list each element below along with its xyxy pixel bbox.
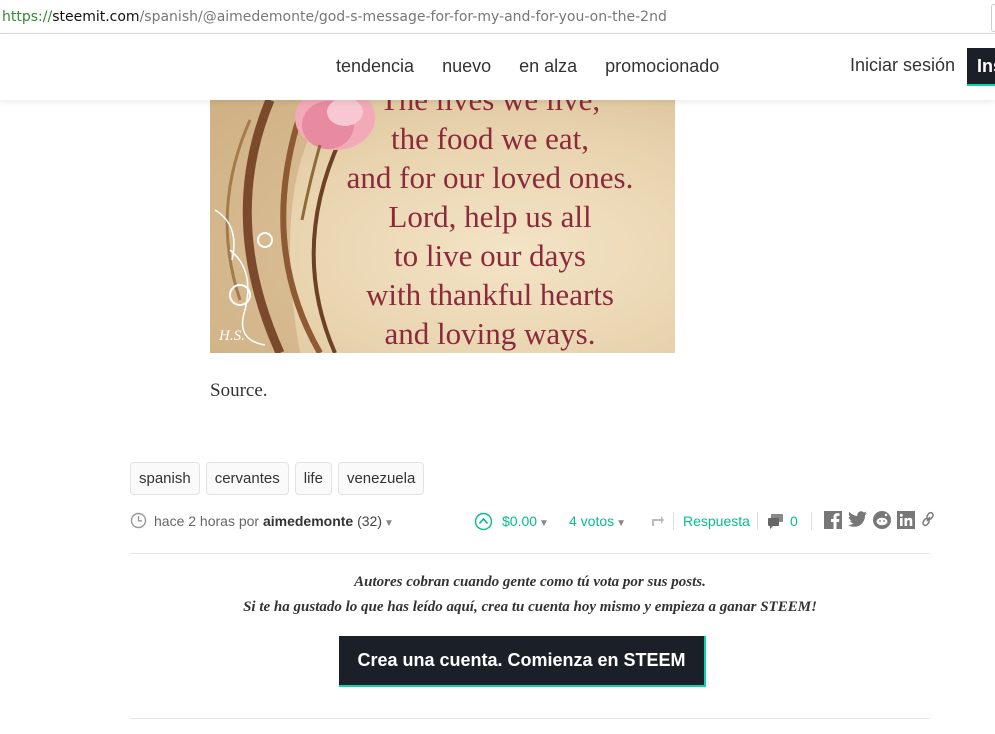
divider — [673, 512, 674, 530]
url-host: steemit.com — [52, 9, 140, 25]
author-link[interactable]: aimedemonte — [263, 513, 353, 529]
post-image: The lives we live, the food we eat, and … — [210, 100, 675, 353]
tag-life[interactable]: life — [294, 462, 332, 495]
url-text[interactable]: https://steemit.com/spanish/@aimedemonte… — [2, 9, 667, 25]
twitter-icon[interactable] — [848, 511, 867, 532]
post-time-text: hace 2 horas por — [154, 513, 260, 529]
payout-dropdown[interactable]: $0.00 ▼ — [502, 513, 549, 529]
divider — [130, 718, 930, 719]
comments-count[interactable]: 0 — [790, 513, 798, 529]
linkedin-icon[interactable] — [897, 511, 915, 532]
payout-value: $0.00 — [502, 513, 538, 529]
nav-en-alza[interactable]: en alza — [519, 56, 577, 77]
clock-icon — [130, 512, 147, 529]
divider — [130, 553, 930, 554]
tag-spanish[interactable]: spanish — [130, 462, 200, 495]
create-account-button[interactable]: Crea una cuenta. Comienza en STEEM — [339, 636, 706, 687]
quote-line: The lives we live, — [305, 100, 675, 119]
browser-address-bar[interactable]: https://steemit.com/spanish/@aimedemonte… — [0, 0, 995, 34]
post-meta: hace 2 horas por aimedemonte (32) ▼ $0.00… — [130, 510, 935, 532]
upvote-icon[interactable] — [474, 512, 493, 531]
share-buttons — [824, 511, 941, 532]
tag-venezuela[interactable]: venezuela — [337, 462, 425, 495]
url-protocol: https:// — [2, 9, 53, 25]
quote-line: and loving ways. — [384, 316, 596, 351]
chevron-down-icon: ▼ — [616, 518, 627, 529]
quote-line: with thankful hearts — [366, 277, 614, 312]
promo-line-2: Si te ha gustado lo que has leído aquí, … — [243, 599, 817, 615]
tag-cervantes[interactable]: cervantes — [205, 462, 289, 495]
votes-count: 4 votos — [569, 513, 615, 529]
image-signature: H.S. — [219, 328, 245, 344]
author-reputation: (32) — [357, 513, 383, 529]
chevron-down-icon[interactable]: ▼ — [384, 518, 394, 529]
login-link[interactable]: Iniciar sesión — [850, 55, 955, 76]
comments-icon[interactable] — [767, 513, 784, 529]
quote-line: the food we eat, — [391, 121, 589, 156]
reply-link[interactable]: Respuesta — [683, 513, 750, 529]
signup-button[interactable]: Inscríbete — [967, 48, 995, 86]
chevron-down-icon: ▼ — [539, 518, 549, 529]
quote-line: and for our loved ones. — [346, 160, 634, 195]
nav-nuevo[interactable]: nuevo — [442, 56, 491, 77]
main-nav: tendencia nuevo en alza promocionado — [336, 56, 747, 77]
reblog-icon[interactable] — [650, 514, 665, 528]
quote-text: The lives we live, the food we eat, and … — [305, 100, 675, 353]
nav-promocionado[interactable]: promocionado — [605, 56, 719, 77]
divider — [757, 512, 758, 530]
url-path: /spanish/@aimedemonte/god-s-message-for-… — [139, 9, 667, 25]
quote-line: Lord, help us all — [388, 199, 592, 234]
browser-toolbar-edge — [991, 4, 995, 32]
facebook-icon[interactable] — [824, 511, 842, 532]
post-time: hace 2 horas por aimedemonte (32) ▼ — [154, 513, 394, 529]
source-link[interactable]: Source. — [210, 380, 268, 402]
nav-tendencia[interactable]: tendencia — [336, 56, 414, 77]
promo-line-1: Autores cobran cuando gente como tú vota… — [354, 574, 706, 590]
site-header: tendencia nuevo en alza promocionado Ini… — [0, 34, 995, 100]
reddit-icon[interactable] — [873, 511, 891, 532]
quote-line: to live our days — [394, 238, 586, 273]
link-icon[interactable] — [921, 511, 935, 532]
votes-dropdown[interactable]: 4 votos ▼ — [569, 513, 626, 529]
divider — [811, 512, 812, 530]
tag-list: spanish cervantes life venezuela — [130, 462, 430, 495]
